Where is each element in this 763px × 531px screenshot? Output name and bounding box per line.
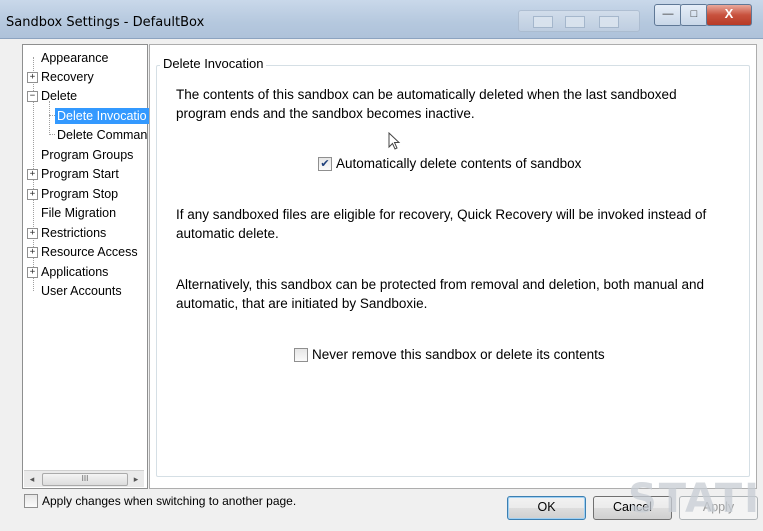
expand-plus-icon[interactable]: + xyxy=(27,267,38,279)
tree-item-resource-access[interactable]: + Resource Access xyxy=(27,243,138,261)
apply-on-switch-checkbox[interactable] xyxy=(24,494,38,508)
expand-plus-icon[interactable]: + xyxy=(27,169,38,181)
maximize-button[interactable]: □ xyxy=(680,4,708,26)
tree-item-label: Program Stop xyxy=(41,187,119,201)
tree-item-label: Program Start xyxy=(41,167,119,181)
auto-delete-checkbox[interactable]: ✔ xyxy=(318,156,332,171)
auto-delete-description: The contents of this sandbox can be auto… xyxy=(176,87,677,121)
tree-item-program-start[interactable]: + Program Start xyxy=(27,165,119,183)
ghost-close-icon xyxy=(599,16,619,28)
title-bar[interactable]: Sandbox Settings - DefaultBox — □ X xyxy=(0,0,763,39)
protection-description: Alternatively, this sandbox can be prote… xyxy=(176,277,705,311)
tree-item-label: Restrictions xyxy=(41,226,107,240)
tree-item-file-migration[interactable]: File Migration xyxy=(27,204,116,222)
settings-window: Sandbox Settings - DefaultBox — □ X Appe… xyxy=(0,0,763,531)
tree-item-delete-invocation[interactable]: Delete Invocatio xyxy=(55,107,149,125)
auto-delete-label: Automatically delete contents of sandbox xyxy=(336,156,582,171)
expand-plus-icon[interactable]: + xyxy=(27,72,38,84)
window-title: Sandbox Settings - DefaultBox xyxy=(6,15,205,30)
tree-item-label: Delete Invocatio xyxy=(55,108,149,124)
tree-item-delete-command[interactable]: Delete Comman xyxy=(57,126,147,144)
tree-connector-line xyxy=(49,101,50,133)
tree-item-label: Resource Access xyxy=(41,245,138,259)
apply-button[interactable]: Apply xyxy=(679,496,758,520)
tree-item-label: Recovery xyxy=(41,70,94,84)
never-remove-checkbox-row[interactable]: Never remove this sandbox or delete its … xyxy=(294,347,605,362)
ok-button[interactable]: OK xyxy=(507,496,586,520)
expand-plus-icon[interactable]: + xyxy=(27,228,38,240)
tree-item-recovery[interactable]: + Recovery xyxy=(27,68,94,86)
tree-item-label: User Accounts xyxy=(41,284,122,298)
background-window-controls xyxy=(518,10,640,32)
expand-plus-icon[interactable]: + xyxy=(27,247,38,259)
never-remove-checkbox[interactable] xyxy=(294,347,308,362)
tree-horizontal-scrollbar[interactable]: ◂ III ▸ xyxy=(24,470,144,487)
settings-tree[interactable]: Appearance + Recovery − Delete Delete Invo… xyxy=(22,44,149,489)
tree-item-applications[interactable]: + Applications xyxy=(27,263,108,281)
arrow-cursor-icon xyxy=(388,132,401,150)
tree-item-appearance[interactable]: Appearance xyxy=(27,49,108,67)
tree-item-delete[interactable]: − Delete xyxy=(27,87,77,105)
tree-item-label: Delete xyxy=(41,89,78,103)
auto-delete-checkbox-row[interactable]: ✔ Automatically delete contents of sandb… xyxy=(318,156,581,171)
tree-item-user-accounts[interactable]: User Accounts xyxy=(27,282,122,300)
tree-item-program-groups[interactable]: Program Groups xyxy=(27,146,133,164)
close-button[interactable]: X xyxy=(706,4,752,26)
apply-on-switch-row[interactable]: Apply changes when switching to another … xyxy=(24,494,296,508)
tree-item-restrictions[interactable]: + Restrictions xyxy=(27,224,106,242)
settings-page-panel: Delete Invocation The contents of this s… xyxy=(149,44,757,489)
minimize-button[interactable]: — xyxy=(654,4,682,26)
tree-item-label: Program Groups xyxy=(41,148,134,162)
scroll-right-arrow-icon[interactable]: ▸ xyxy=(130,473,142,485)
tree-item-label: File Migration xyxy=(41,206,117,220)
apply-on-switch-label: Apply changes when switching to another … xyxy=(42,494,297,508)
collapse-minus-icon[interactable]: − xyxy=(27,91,38,103)
scroll-left-arrow-icon[interactable]: ◂ xyxy=(26,473,38,485)
never-remove-label: Never remove this sandbox or delete its … xyxy=(312,347,605,362)
quick-recovery-note: If any sandboxed files are eligible for … xyxy=(176,207,707,241)
ghost-maximize-icon xyxy=(565,16,585,28)
tree-connector-line xyxy=(49,134,55,135)
group-title: Delete Invocation xyxy=(160,56,267,71)
tree-item-label: Appearance xyxy=(41,51,109,65)
ghost-minimize-icon xyxy=(533,16,553,28)
cancel-button[interactable]: Cancel xyxy=(593,496,672,520)
expand-plus-icon[interactable]: + xyxy=(27,189,38,201)
tree-item-label: Applications xyxy=(41,265,109,279)
scrollbar-thumb[interactable]: III xyxy=(42,473,128,486)
tree-item-label: Delete Comman xyxy=(57,128,148,142)
delete-invocation-group xyxy=(156,65,750,477)
tree-item-program-stop[interactable]: + Program Stop xyxy=(27,185,118,203)
